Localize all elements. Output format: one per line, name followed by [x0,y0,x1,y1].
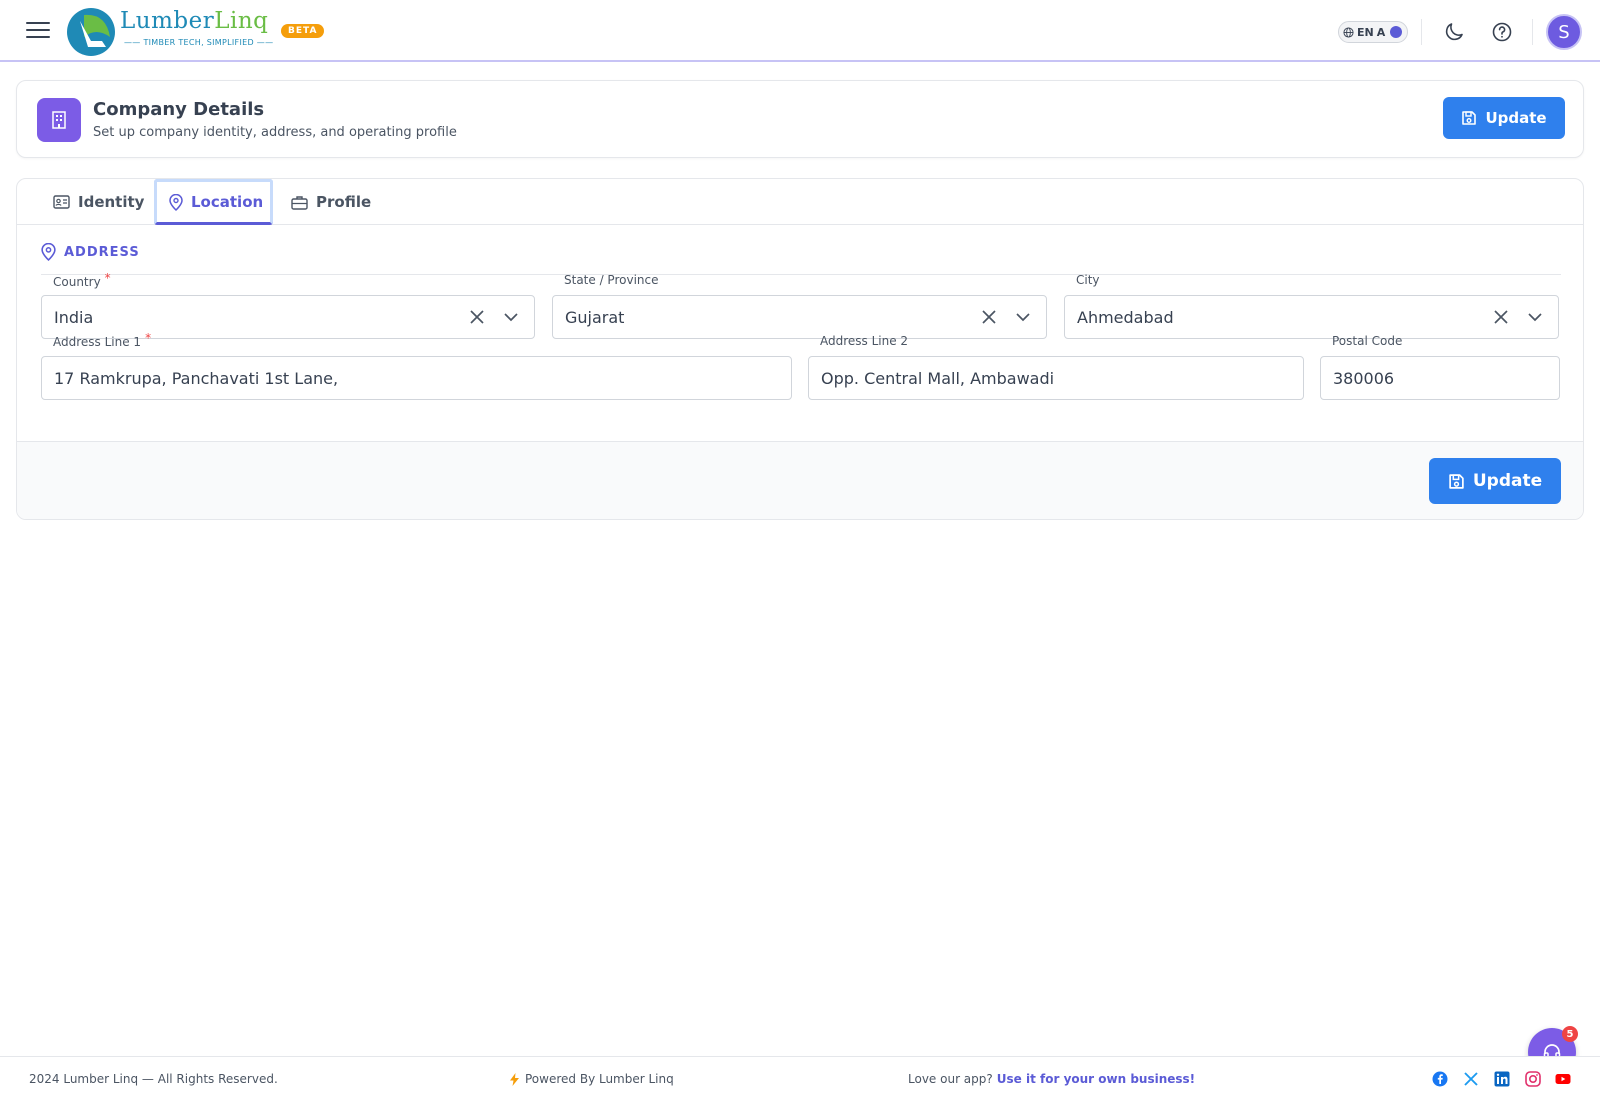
map-pin-icon [169,193,183,211]
promo-text: Love our app? Use it for your own busines… [908,1072,1196,1086]
toggle-knob [1390,26,1403,38]
state-value: Gujarat [565,307,625,327]
briefcase-icon [291,195,308,210]
brand-logo-text: LumberLinq [120,8,269,34]
language-code: EN [1357,25,1374,39]
menu-icon[interactable] [26,22,50,42]
tab-location[interactable]: Location [154,179,273,225]
update-button-label: Update [1485,109,1547,127]
address-line1-label: Address Line 1 * [53,331,152,349]
help-icon[interactable] [1490,20,1514,44]
update-button-header[interactable]: Update [1443,97,1565,139]
divider [1421,19,1422,45]
chevron-down-icon[interactable] [1014,308,1032,326]
country-select[interactable]: India [41,295,535,339]
copyright-text: 2024 Lumber Linq — All Rights Reserved. [29,1072,278,1086]
section-title-address: ADDRESS [41,243,140,261]
address-line1-input[interactable]: 17 Ramkrupa, Panchavati 1st Lane, [41,356,792,400]
top-bar: LumberLinq —— TIMBER TECH, SIMPLIFIED ——… [0,0,1600,62]
update-button-footer[interactable]: Update [1429,458,1561,504]
clear-icon[interactable] [468,308,486,326]
globe-icon [1343,26,1354,38]
page-subtitle: Set up company identity, address, and op… [93,125,457,140]
beta-badge: BETA [281,24,325,38]
logo-icon [67,8,115,56]
linkedin-icon[interactable] [1494,1071,1510,1087]
moon-icon[interactable] [1442,20,1466,44]
chevron-down-icon[interactable] [502,308,520,326]
postal-code-label: Postal Code [1332,334,1403,348]
powered-by-text: Powered By Lumber Linq [525,1072,674,1086]
save-icon [1449,473,1464,489]
address-line2-value: Opp. Central Mall, Ambawadi [821,368,1055,388]
country-value: India [54,307,94,327]
id-card-icon [53,195,70,209]
clear-icon[interactable] [1492,308,1510,326]
location-form-card: Identity Location Profile ADDRESS Countr… [16,178,1584,520]
city-value: Ahmedabad [1077,307,1174,327]
postal-code-input[interactable]: 380006 [1320,356,1560,400]
clear-icon[interactable] [980,308,998,326]
tab-location-label: Location [191,193,264,211]
page-footer: 2024 Lumber Linq — All Rights Reserved. … [0,1056,1600,1100]
x-icon[interactable] [1463,1071,1479,1087]
address-line2-input[interactable]: Opp. Central Mall, Ambawadi [808,356,1304,400]
brand-tagline: —— TIMBER TECH, SIMPLIFIED —— [124,38,274,47]
map-pin-icon [41,243,56,261]
address-line1-value: 17 Ramkrupa, Panchavati 1st Lane, [54,368,339,388]
tab-identity[interactable]: Identity [53,179,144,225]
tab-profile-label: Profile [316,193,372,211]
user-avatar[interactable]: S [1546,14,1582,50]
notification-badge: 5 [1562,1026,1578,1042]
address-line2-label: Address Line 2 [820,334,909,348]
divider [1532,19,1533,45]
language-script: A [1376,25,1386,39]
postal-code-value: 380006 [1333,368,1395,388]
required-marker: * [104,271,111,285]
section-title-label: ADDRESS [64,244,140,260]
promo-link[interactable]: Use it for your own business! [997,1072,1195,1086]
page-title: Company Details [93,99,265,120]
city-select[interactable]: Ahmedabad [1064,295,1559,339]
form-footer: Update [17,441,1583,519]
youtube-icon[interactable] [1555,1071,1571,1087]
powered-by: Powered By Lumber Linq [510,1072,674,1086]
chevron-down-icon[interactable] [1526,308,1544,326]
country-label: Country * [53,271,111,289]
bolt-icon [510,1072,519,1086]
tab-profile[interactable]: Profile [291,179,371,225]
language-toggle[interactable]: EN A [1338,21,1408,43]
tab-identity-label: Identity [78,193,145,211]
tab-bar: Identity Location Profile [17,179,1583,225]
page-header: Company Details Set up company identity,… [16,80,1584,158]
required-marker: * [145,331,152,345]
city-label: City [1076,273,1100,287]
facebook-icon[interactable] [1432,1071,1448,1087]
state-label: State / Province [564,273,659,287]
state-select[interactable]: Gujarat [552,295,1047,339]
update-button-label: Update [1472,471,1543,491]
building-icon [37,98,81,142]
divider [41,274,1561,275]
save-icon [1462,111,1477,125]
instagram-icon[interactable] [1525,1071,1541,1087]
